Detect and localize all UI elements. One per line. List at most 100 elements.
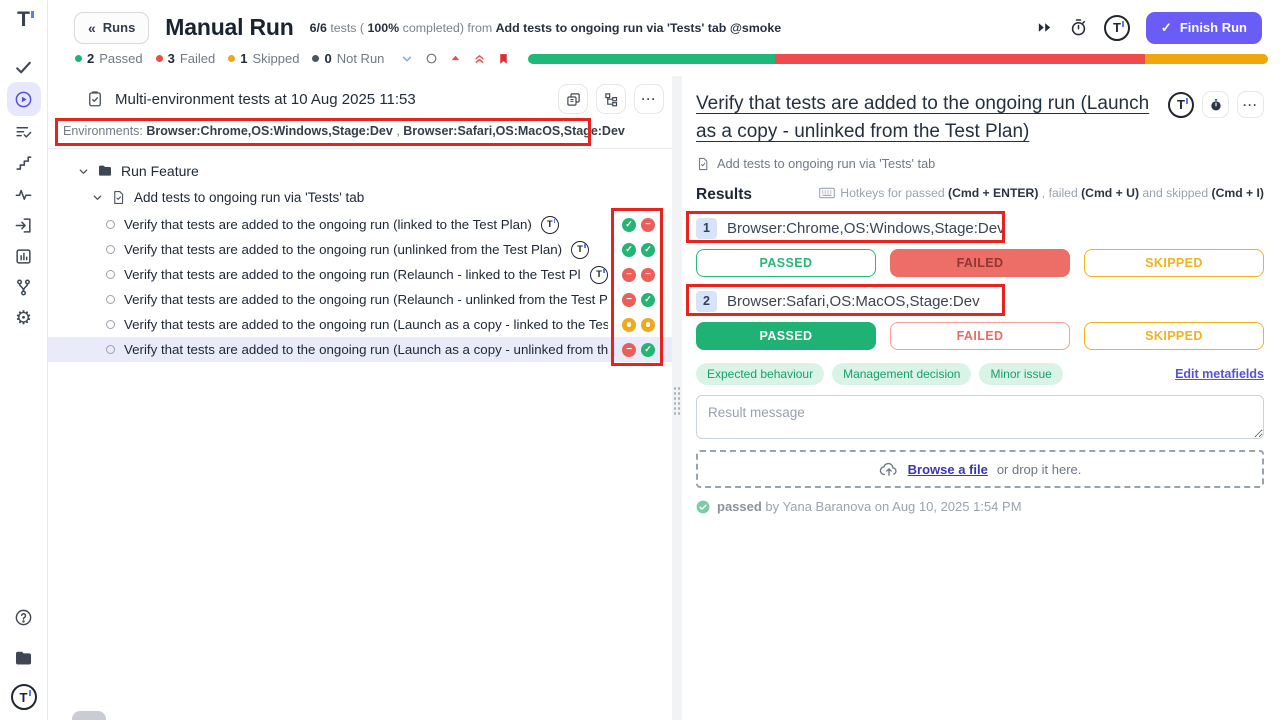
test-row[interactable]: Verify that tests are added to the ongoi… [48,212,672,237]
environments-label: Environments: [63,124,146,138]
sidebar-item-tests[interactable] [7,52,41,83]
fast-forward-icon[interactable] [1036,19,1053,36]
run-header: Multi-environment tests at 10 Aug 2025 1… [48,76,672,121]
environment-header: 2 Browser:Safari,OS:MacOS,Stage:Dev [696,287,1264,315]
run-title: Multi-environment tests at 10 Aug 2025 1… [115,91,416,108]
run-more-button[interactable]: ··· [634,84,664,114]
user-avatar[interactable]: T [1104,15,1130,41]
environment-number: 1 [696,218,717,239]
sidebar-nav: ⚙ [7,52,41,334]
main-area: « Runs Manual Run 6/6 tests ( 100% compl… [48,0,1280,720]
environment-header: 1 Browser:Chrome,OS:Windows,Stage:Dev [696,214,1264,242]
tree-suite[interactable]: Add tests to ongoing run via 'Tests' tab [48,184,672,210]
meta-text: completed) from [399,21,495,35]
hotkeys-hint: Hotkeys for passed (Cmd + ENTER) , faile… [819,186,1264,200]
test-bullet-icon [106,295,115,304]
assignee-avatar[interactable]: T [1168,92,1194,118]
drop-hint: or drop it here. [997,462,1082,477]
sidebar-item-test-plans[interactable] [7,117,41,148]
result-badges [622,343,655,357]
panel-splitter[interactable] [672,76,682,720]
status-badge [641,343,655,357]
result-status-line: passed by Yana Baranova on Aug 10, 2025 … [696,499,1264,514]
import-icon [14,216,33,235]
detail-more-button[interactable]: ··· [1237,91,1264,118]
failed-button[interactable]: FAILED [890,322,1070,350]
tag-expected-behaviour[interactable]: Expected behaviour [696,363,824,385]
passed-button[interactable]: PASSED [696,249,876,277]
runs-back-button[interactable]: « Runs [74,12,149,44]
test-row[interactable]: Verify that tests are added to the ongoi… [48,287,672,312]
test-detail-title[interactable]: Verify that tests are added to the ongoi… [696,90,1168,146]
status-badge [641,318,655,332]
document-check-icon [696,157,710,171]
splitter-grip-icon[interactable] [673,386,681,416]
skipped-button[interactable]: SKIPPED [1084,322,1264,350]
corner-widget[interactable] [72,711,106,720]
sidebar-item-pulse[interactable] [7,179,41,210]
stairs-icon [14,154,33,173]
sidebar-item-import[interactable] [7,210,41,241]
result-message-input[interactable] [696,395,1264,439]
sidebar-item-reports[interactable] [7,241,41,272]
branch-icon [14,278,33,297]
skipped-button[interactable]: SKIPPED [1084,249,1264,277]
tests-count: 6/6 [310,21,327,35]
test-bullet-icon [106,270,115,279]
test-row[interactable]: Verify that tests are added to the ongoi… [48,262,672,287]
bookmark-icon[interactable] [497,52,510,66]
sidebar-item-branches[interactable] [7,272,41,303]
passed-button[interactable]: PASSED [696,322,876,350]
finish-run-button[interactable]: ✓ Finish Run [1146,12,1262,44]
tree-folder-run-feature[interactable]: Run Feature [48,158,672,184]
bar-chart-icon [14,247,33,266]
test-bullet-icon [106,345,115,354]
result-message-box [696,395,1264,439]
tag-management-decision[interactable]: Management decision [832,363,971,385]
test-row-selected[interactable]: Verify that tests are added to the ongoi… [48,337,672,362]
chevron-down-icon[interactable] [78,166,89,177]
sidebar-item-projects[interactable] [7,643,41,674]
app-root: T [0,0,1280,720]
caret-up-icon[interactable] [449,52,462,65]
detail-suite[interactable]: Add tests to ongoing run via 'Tests' tab [696,156,1264,171]
environment-number: 2 [696,291,717,312]
chevron-down-icon[interactable] [400,52,414,66]
sidebar-item-steps[interactable] [7,148,41,179]
status-badge [622,293,636,307]
sidebar-item-runs[interactable] [7,82,41,116]
chevron-down-icon[interactable] [92,192,103,203]
user-avatar[interactable]: T [11,684,37,710]
status-state: passed [717,499,762,514]
failed-button[interactable]: FAILED [890,249,1070,277]
result-badges [622,318,655,332]
copy-run-button[interactable] [558,84,588,114]
double-caret-up-icon[interactable] [473,52,486,65]
circle-outline-icon[interactable] [425,52,438,65]
test-row[interactable]: Verify that tests are added to the ongoi… [48,312,672,337]
result-badges [622,293,655,307]
play-circle-icon [14,90,33,109]
env-separator: , [393,124,403,138]
tag-minor-issue[interactable]: Minor issue [979,363,1062,385]
edit-metafields-link[interactable]: Edit metafields [1175,367,1264,381]
tree-view-button[interactable] [596,84,626,114]
test-bullet-icon [106,320,115,329]
file-drop-area[interactable]: Browse a file or drop it here. [696,450,1264,488]
timer-button[interactable] [1202,91,1229,118]
assignee-avatar: T [571,241,589,259]
progress-passed-segment [528,54,775,64]
run-progress-bar [528,54,1268,64]
timer-icon[interactable] [1069,18,1088,37]
sidebar-item-settings[interactable]: ⚙ [7,303,41,334]
folder-icon [14,649,33,668]
test-row[interactable]: Verify that tests are added to the ongoi… [48,237,672,262]
browse-file-link[interactable]: Browse a file [908,462,988,477]
app-logo[interactable]: T [17,8,30,32]
results-heading: Results [696,186,752,204]
sidebar-item-help[interactable] [7,602,41,633]
test-bullet-icon [106,220,115,229]
assignee-avatar: T [541,216,559,234]
status-detail: by Yana Baranova on Aug 10, 2025 1:54 PM [762,499,1022,514]
status-badge [641,243,655,257]
